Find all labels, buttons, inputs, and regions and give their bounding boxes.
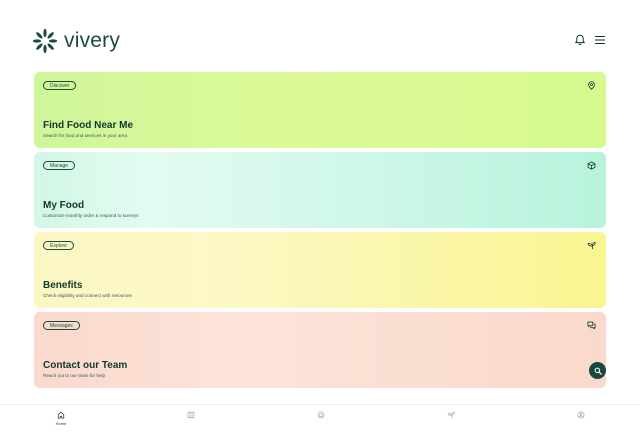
card-icon-wrap — [587, 241, 596, 250]
account-icon — [577, 411, 585, 419]
card-title: Contact our Team — [43, 360, 128, 371]
card-my-food[interactable]: Manage My Food Customize monthly order &… — [34, 152, 606, 228]
card-benefits[interactable]: Explore Benefits Check eligibility and c… — [34, 232, 606, 308]
card-title: Benefits — [43, 280, 83, 291]
app-header: vivery — [0, 0, 640, 72]
box-icon — [587, 161, 596, 170]
header-actions — [574, 34, 606, 46]
logo-text: vivery — [64, 29, 121, 52]
card-tag: Messages — [43, 321, 80, 330]
search-fab-button[interactable] — [589, 362, 606, 379]
chat-bubbles-icon — [587, 321, 596, 330]
sparkle-logo-icon — [32, 28, 58, 54]
card-subtitle: Customize monthly order & respond to sur… — [43, 213, 139, 218]
nav-item-account[interactable] — [561, 411, 601, 419]
card-subtitle: Reach out to our team for help — [43, 373, 106, 378]
card-subtitle: Check eligibility and connect with resou… — [43, 293, 132, 298]
card-icon-wrap — [587, 81, 596, 90]
nav-item-benefits[interactable] — [431, 411, 471, 419]
card-tag: Explore — [43, 241, 74, 250]
nav-item-map[interactable] — [171, 411, 211, 419]
feature-cards: Discover Find Food Near Me Search for fo… — [34, 72, 606, 392]
card-subtitle: Search for food and services in your are… — [43, 133, 128, 138]
card-icon-wrap — [587, 321, 596, 330]
card-title: Find Food Near Me — [43, 120, 133, 131]
box-icon — [317, 411, 325, 419]
nav-item-orders[interactable] — [301, 411, 341, 419]
card-find-food[interactable]: Discover Find Food Near Me Search for fo… — [34, 72, 606, 148]
home-icon — [57, 411, 65, 419]
card-icon-wrap — [587, 161, 596, 170]
bottom-nav: Home — [0, 404, 640, 436]
card-tag: Discover — [43, 81, 77, 90]
location-pin-icon — [588, 81, 595, 90]
sprout-icon — [447, 411, 455, 419]
card-contact-team[interactable]: Messages Contact our Team Reach out to o… — [34, 312, 606, 388]
logo[interactable]: vivery — [32, 28, 120, 54]
nav-item-home[interactable]: Home — [41, 411, 81, 426]
hamburger-menu-icon — [595, 35, 605, 45]
search-icon — [594, 367, 602, 375]
map-icon — [187, 411, 195, 419]
notifications-button[interactable] — [574, 34, 586, 46]
sprout-icon — [587, 241, 596, 250]
bell-icon — [574, 34, 586, 45]
nav-label: Home — [55, 421, 67, 426]
menu-button[interactable] — [594, 34, 606, 46]
card-tag: Manage — [43, 161, 76, 170]
card-title: My Food — [43, 200, 85, 211]
